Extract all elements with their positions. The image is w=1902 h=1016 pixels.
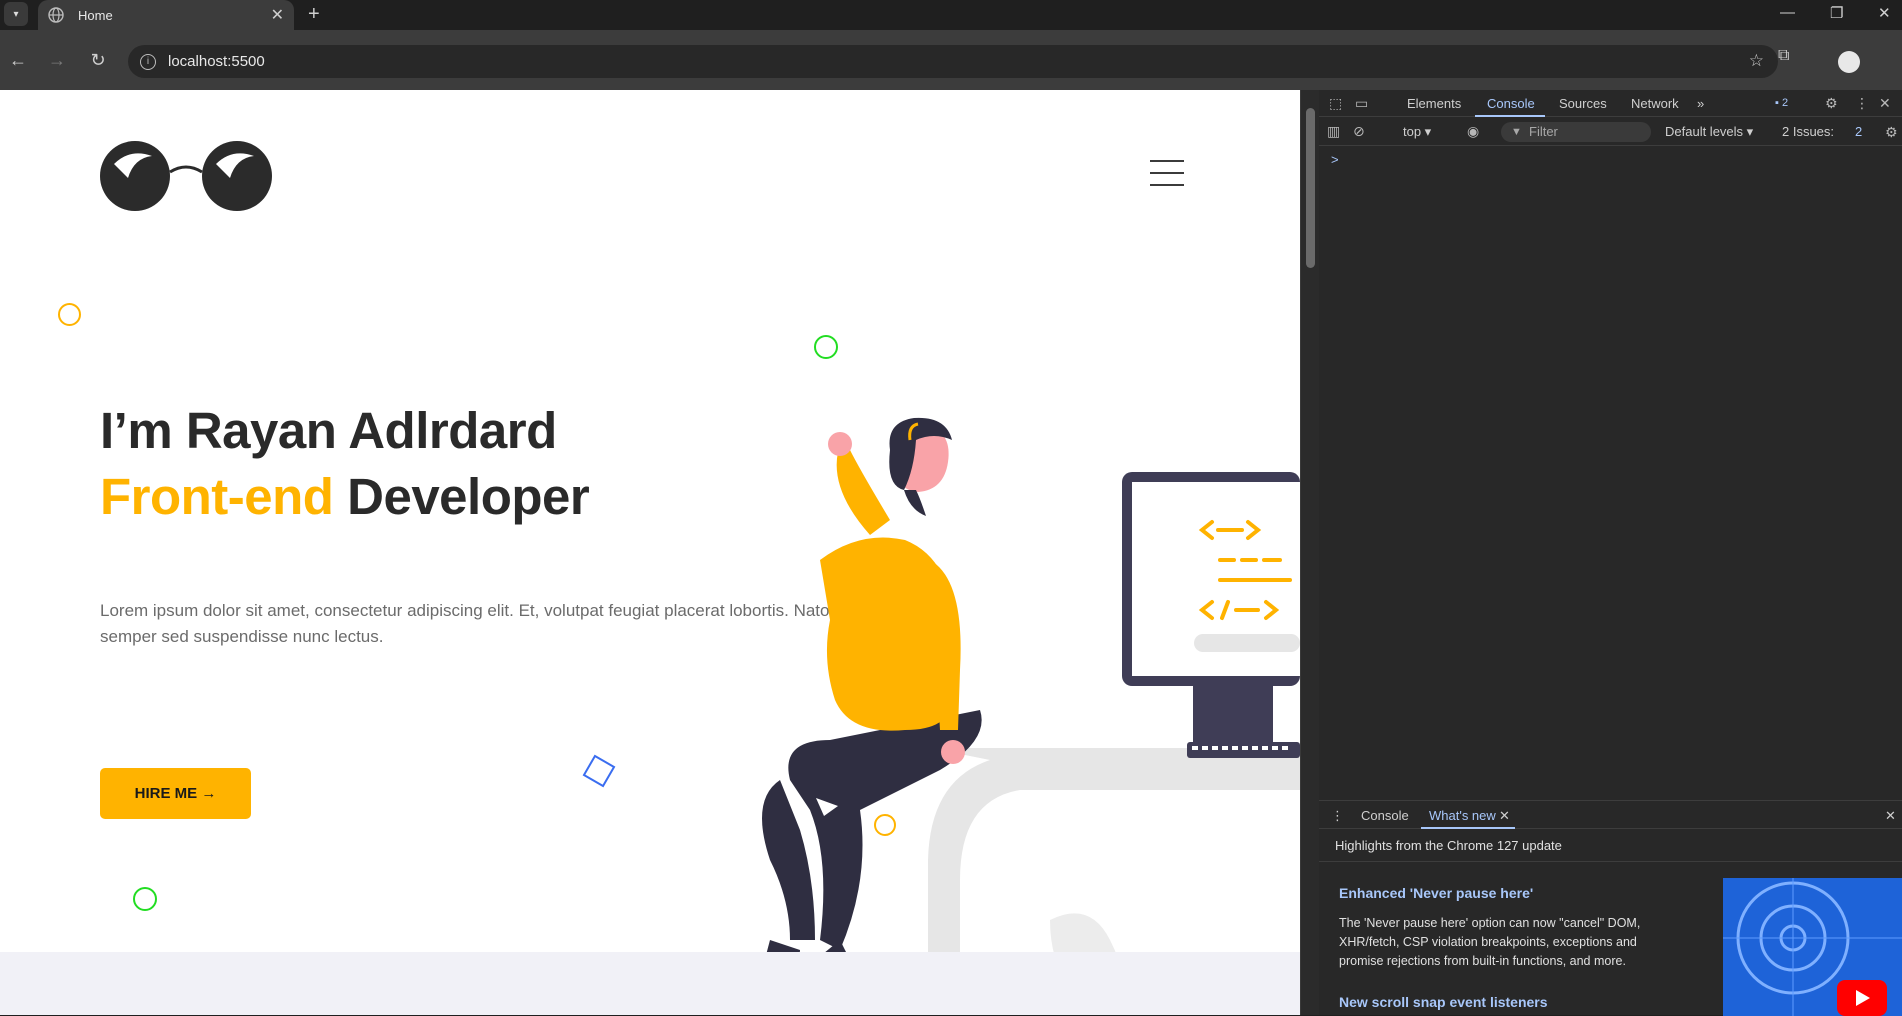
issues-label[interactable]: 2 Issues:	[1782, 124, 1834, 139]
inspect-element-icon[interactable]: ⬚	[1329, 95, 1342, 112]
eye-icon[interactable]: ◉	[1467, 123, 1479, 140]
clear-console-icon[interactable]: ⊘	[1353, 123, 1365, 140]
active-tab-indicator	[1475, 115, 1545, 117]
hero-heading: I’m Rayan Adlrdard Front-end Developer	[100, 398, 590, 530]
issues-count[interactable]: 2	[1855, 124, 1862, 139]
gear-icon[interactable]: ⚙	[1825, 95, 1838, 112]
forward-arrow-icon[interactable]: →	[43, 46, 71, 74]
decorative-circle	[133, 887, 157, 911]
filter-icon: ▼	[1511, 126, 1522, 138]
hero-role: Developer	[333, 468, 590, 525]
decorative-circle	[58, 303, 81, 326]
more-tabs-icon[interactable]: »	[1697, 96, 1704, 111]
extensions-icon[interactable]: ⧉	[1778, 47, 1789, 65]
drawer-tab-console[interactable]: Console	[1361, 808, 1409, 823]
hero-name: I’m Rayan Adlrdard	[100, 402, 557, 459]
kebab-menu-icon[interactable]: ⋮	[1855, 95, 1869, 112]
console-prompt[interactable]: >	[1331, 152, 1339, 167]
developer-illustration	[750, 417, 1300, 1015]
console-settings-icon[interactable]: ⚙	[1885, 124, 1898, 141]
drawer-tab-whats-new[interactable]: What's new	[1429, 808, 1496, 823]
next-section-band	[0, 952, 1300, 1015]
address-bar[interactable]: i localhost:5500 ☆	[128, 45, 1778, 78]
hire-me-button[interactable]: HIRE ME →	[100, 768, 251, 819]
drawer-active-indicator	[1421, 827, 1515, 829]
context-selector[interactable]: top ▾	[1403, 124, 1431, 140]
profile-avatar[interactable]	[1838, 51, 1860, 73]
whats-new-heading[interactable]: Enhanced 'Never pause here'	[1339, 885, 1533, 901]
page-viewport: I’m Rayan Adlrdard Front-end Developer L…	[0, 90, 1300, 1015]
scrollbar-thumb[interactable]	[1306, 108, 1315, 268]
url-text: localhost:5500	[168, 53, 265, 70]
tab-search-button[interactable]: ▾	[4, 2, 28, 26]
youtube-play-icon[interactable]	[1837, 980, 1887, 1016]
new-tab-button[interactable]: +	[308, 2, 320, 26]
video-thumbnail[interactable]	[1723, 878, 1902, 1016]
issues-badge[interactable]: ▪ 2	[1775, 97, 1788, 109]
devtools-tabbar: ⬚ ▭ Elements Console Sources Network » ▪…	[1319, 90, 1902, 117]
device-toolbar-icon[interactable]: ▭	[1355, 95, 1368, 112]
close-icon[interactable]: ✕	[1499, 808, 1510, 824]
whats-new-highlights: Highlights from the Chrome 127 update	[1335, 838, 1562, 853]
sidebar-toggle-icon[interactable]: ▥	[1327, 123, 1340, 140]
bookmark-star-icon[interactable]: ☆	[1749, 51, 1764, 71]
tab-sources[interactable]: Sources	[1559, 96, 1607, 111]
devtools-panel: ⬚ ▭ Elements Console Sources Network » ▪…	[1319, 90, 1902, 1016]
page-scrollbar[interactable]	[1300, 90, 1319, 1015]
divider	[1319, 861, 1902, 862]
drawer-tabbar: ⋮ Console What's new ✕ ✕	[1319, 801, 1902, 829]
whats-new-heading-2[interactable]: New scroll snap event listeners	[1339, 994, 1548, 1010]
tab-title: Home	[78, 7, 113, 23]
browser-toolbar: ← → ↻ i localhost:5500 ☆ ⧉	[0, 30, 1902, 90]
restore-icon[interactable]: ❐	[1830, 4, 1843, 22]
close-icon[interactable]: ✕	[1879, 95, 1891, 112]
decorative-circle	[874, 814, 896, 836]
issues-badge-count: 2	[1781, 97, 1789, 109]
menu-toggle-button[interactable]	[1150, 160, 1184, 196]
chevron-down-icon: ▾	[13, 8, 19, 20]
browser-tab[interactable]: Home ✕	[38, 0, 294, 30]
tab-elements[interactable]: Elements	[1407, 96, 1461, 111]
minimize-icon[interactable]: —	[1780, 4, 1795, 21]
site-info-icon[interactable]: i	[140, 53, 156, 70]
console-filter-input[interactable]: ▼ Filter	[1501, 122, 1651, 142]
console-toolbar: ▥ ⊘ top ▾ ◉ ▼ Filter Default levels ▾ 2 …	[1319, 118, 1902, 146]
window-close-icon[interactable]: ✕	[1878, 4, 1891, 22]
tab-console[interactable]: Console	[1487, 96, 1535, 111]
drawer-close-icon[interactable]: ✕	[1885, 808, 1896, 824]
devtools-drawer: ⋮ Console What's new ✕ ✕ Highlights from…	[1319, 800, 1902, 1016]
tab-network[interactable]: Network	[1631, 96, 1679, 111]
logo	[100, 141, 272, 211]
whats-new-body: The 'Never pause here' option can now "c…	[1339, 916, 1641, 968]
close-icon[interactable]: ✕	[271, 5, 284, 25]
globe-icon	[48, 7, 64, 23]
decorative-square	[582, 754, 616, 788]
tab-strip: ▾ Home ✕ + — ❐ ✕	[0, 0, 1902, 30]
back-arrow-icon[interactable]: ←	[4, 46, 32, 74]
filter-placeholder: Filter	[1529, 124, 1558, 139]
drawer-menu-icon[interactable]: ⋮	[1331, 808, 1344, 824]
hero-role-accent: Front-end	[100, 468, 334, 525]
reload-icon[interactable]: ↻	[84, 46, 112, 74]
log-levels-dropdown[interactable]: Default levels ▾	[1665, 124, 1753, 140]
